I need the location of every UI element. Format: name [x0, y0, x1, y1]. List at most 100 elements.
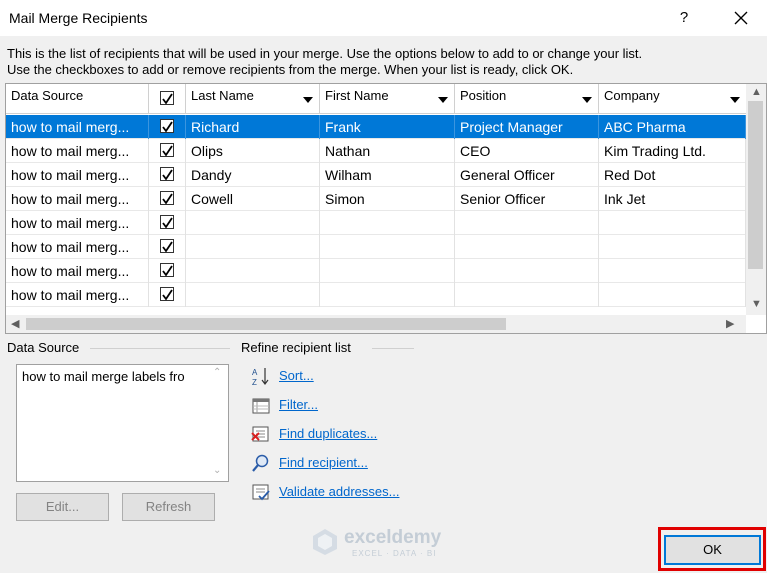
include-checkbox[interactable]: [160, 167, 174, 181]
instructions-line-2: Use the checkboxes to add or remove reci…: [7, 62, 574, 77]
filter-link[interactable]: Filter...: [279, 397, 318, 412]
column-header-data-source[interactable]: Data Source: [6, 84, 149, 114]
cell-company: Red Dot: [599, 163, 746, 187]
horizontal-scrollbar[interactable]: ◀ ▶: [6, 315, 746, 333]
divider: [90, 348, 230, 349]
help-button[interactable]: ?: [672, 6, 696, 30]
exceldemy-watermark: exceldemy EXCEL · DATA · BI: [312, 525, 462, 561]
cell-position: [455, 211, 599, 235]
include-checkbox[interactable]: [160, 119, 174, 133]
dropdown-arrow-icon[interactable]: [303, 97, 313, 103]
exceldemy-logo-icon: [313, 529, 337, 555]
cell-last-name: [186, 283, 320, 307]
select-all-checkbox[interactable]: [160, 91, 174, 105]
filter-icon: [252, 398, 270, 414]
column-header-select-all[interactable]: [149, 84, 186, 114]
column-header-first-name[interactable]: First Name: [320, 84, 455, 114]
column-header-company[interactable]: Company: [599, 84, 746, 114]
cell-data-source: how to mail merg...: [6, 259, 149, 283]
table-row[interactable]: how to mail merg...: [6, 235, 746, 259]
find-duplicates-link[interactable]: Find duplicates...: [279, 426, 377, 441]
data-source-list[interactable]: how to mail merge labels fro ⌃ ⌄: [16, 364, 229, 482]
cell-last-name: Cowell: [186, 187, 320, 211]
include-checkbox[interactable]: [160, 143, 174, 157]
instructions: This is the list of recipients that will…: [7, 46, 642, 78]
close-button[interactable]: [726, 4, 756, 32]
dropdown-arrow-icon[interactable]: [730, 97, 740, 103]
checkmark-icon: [162, 193, 173, 205]
cell-first-name: [320, 283, 455, 307]
scroll-right-icon[interactable]: ▶: [726, 317, 734, 330]
ok-button[interactable]: OK: [664, 535, 761, 565]
find-recipient-link[interactable]: Find recipient...: [279, 455, 368, 470]
column-header-label: Data Source: [11, 88, 84, 103]
include-checkbox[interactable]: [160, 239, 174, 253]
cell-company: [599, 259, 746, 283]
refresh-button[interactable]: Refresh: [122, 493, 215, 521]
table-row[interactable]: how to mail merg... Dandy Wilham General Of…: [6, 163, 746, 187]
dropdown-arrow-icon[interactable]: [582, 97, 592, 103]
magnifier-icon: [252, 454, 269, 472]
cell-position: Senior Officer: [455, 187, 599, 211]
include-checkbox[interactable]: [160, 191, 174, 205]
cell-include: [149, 211, 186, 235]
checkmark-icon: [162, 241, 173, 253]
cell-position: [455, 283, 599, 307]
column-header-last-name[interactable]: Last Name: [186, 84, 320, 114]
cell-data-source: how to mail merg...: [6, 187, 149, 211]
cell-data-source: how to mail merg...: [6, 115, 149, 139]
svg-text:A: A: [252, 368, 258, 377]
checkmark-icon: [162, 93, 173, 105]
column-header-label: First Name: [325, 88, 389, 103]
cell-include: [149, 163, 186, 187]
recipients-table[interactable]: Data Source Last Name First Name Positio…: [5, 83, 767, 334]
checkmark-icon: [162, 121, 173, 133]
checkmark-icon: [162, 289, 173, 301]
cell-first-name: Frank: [320, 115, 455, 139]
table-row[interactable]: how to mail merg...: [6, 211, 746, 235]
include-checkbox[interactable]: [160, 263, 174, 277]
include-checkbox[interactable]: [160, 287, 174, 301]
cell-company: [599, 283, 746, 307]
validate-addresses-link[interactable]: Validate addresses...: [279, 484, 399, 499]
cell-include: [149, 187, 186, 211]
cell-company: Kim Trading Ltd.: [599, 139, 746, 163]
sort-link[interactable]: Sort...: [279, 368, 314, 383]
table-row[interactable]: how to mail merg... Richard Frank Project M…: [6, 115, 746, 139]
table-header: Data Source Last Name First Name Positio…: [6, 84, 746, 114]
table-row[interactable]: how to mail merg... Cowell Simon Senior Off…: [6, 187, 746, 211]
column-header-position[interactable]: Position: [455, 84, 599, 114]
watermark-tagline: EXCEL · DATA · BI: [352, 549, 437, 558]
include-checkbox[interactable]: [160, 215, 174, 229]
table-row[interactable]: how to mail merg...: [6, 259, 746, 283]
close-icon: [734, 11, 748, 25]
checkmark-icon: [162, 265, 173, 277]
edit-button[interactable]: Edit...: [16, 493, 109, 521]
table-row[interactable]: how to mail merg... Olips Nathan CEO Kim Tra…: [6, 139, 746, 163]
cell-data-source: how to mail merg...: [6, 283, 149, 307]
instructions-line-1: This is the list of recipients that will…: [7, 46, 643, 61]
cell-include: [149, 283, 186, 307]
dropdown-arrow-icon[interactable]: [438, 97, 448, 103]
find-duplicates-icon: [251, 426, 269, 442]
scroll-down-icon[interactable]: ⌄: [213, 465, 221, 476]
cell-first-name: Simon: [320, 187, 455, 211]
cell-position: [455, 259, 599, 283]
vertical-scrollbar[interactable]: ▲ ▼: [746, 84, 766, 315]
scroll-up-icon[interactable]: ⌃: [213, 367, 221, 378]
data-source-scrollbar[interactable]: ⌃ ⌄: [210, 365, 228, 481]
scroll-left-icon[interactable]: ◀: [11, 317, 19, 330]
cell-last-name: [186, 235, 320, 259]
cell-last-name: [186, 259, 320, 283]
scroll-up-icon[interactable]: ▲: [751, 86, 762, 98]
table-row[interactable]: how to mail merg...: [6, 283, 746, 307]
vertical-scroll-thumb[interactable]: [748, 101, 763, 269]
data-source-item[interactable]: how to mail merge labels fro: [22, 369, 210, 384]
horizontal-scroll-thumb[interactable]: [26, 318, 506, 330]
scroll-down-icon[interactable]: ▼: [751, 298, 762, 310]
validate-addresses-icon: [252, 484, 270, 501]
cell-company: ABC Pharma: [599, 115, 746, 139]
column-header-label: Position: [460, 88, 507, 103]
column-header-label: Company: [604, 88, 660, 103]
watermark-name: exceldemy: [344, 527, 442, 548]
